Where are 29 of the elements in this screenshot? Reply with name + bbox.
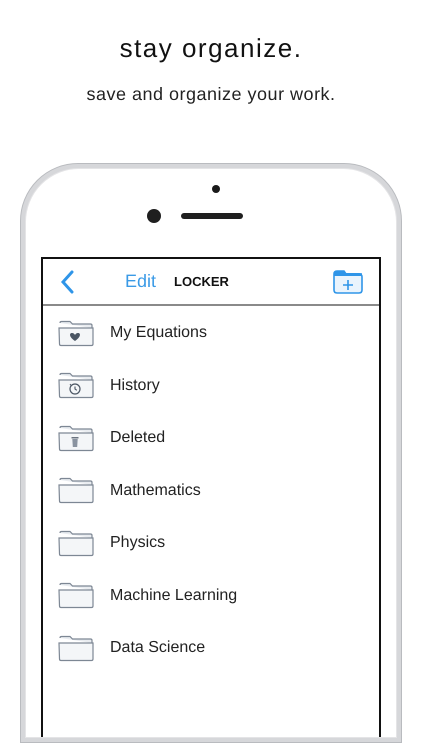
- folder-icon: [58, 530, 94, 557]
- folder-row[interactable]: Mathematics: [43, 464, 379, 517]
- folder-name: Physics: [110, 533, 166, 554]
- folder-row[interactable]: Physics: [43, 517, 379, 570]
- folder-name: Machine Learning: [110, 586, 238, 606]
- folder-name: Deleted: [110, 428, 166, 448]
- heart-folder-icon: [58, 320, 94, 347]
- speaker-grille: [181, 213, 243, 219]
- folder-name: Mathematics: [110, 480, 201, 501]
- folder-name: My Equations: [110, 323, 207, 344]
- subtitle: save and organize your work.: [86, 83, 336, 106]
- front-camera: [147, 209, 161, 223]
- folder-name: History: [110, 376, 160, 396]
- headline: stay organize.: [120, 32, 302, 65]
- folder-add-icon: [333, 270, 363, 294]
- new-folder-button[interactable]: [333, 270, 363, 294]
- folder-row[interactable]: My Equations: [43, 307, 379, 360]
- folder-icon: [58, 582, 94, 610]
- folder-row[interactable]: History: [43, 360, 379, 412]
- folder-icon: [58, 477, 94, 504]
- folder-name: Data Science: [110, 638, 206, 658]
- nav-title: LOCKER: [174, 272, 229, 291]
- folder-row[interactable]: Machine Learning: [43, 570, 379, 622]
- folder-icon: [58, 634, 94, 662]
- trash-folder-icon: [58, 424, 94, 452]
- folder-row[interactable]: Data Science: [43, 622, 379, 674]
- clock-folder-icon: [58, 372, 94, 400]
- back-icon: [60, 270, 74, 294]
- folder-row[interactable]: Deleted: [43, 412, 379, 464]
